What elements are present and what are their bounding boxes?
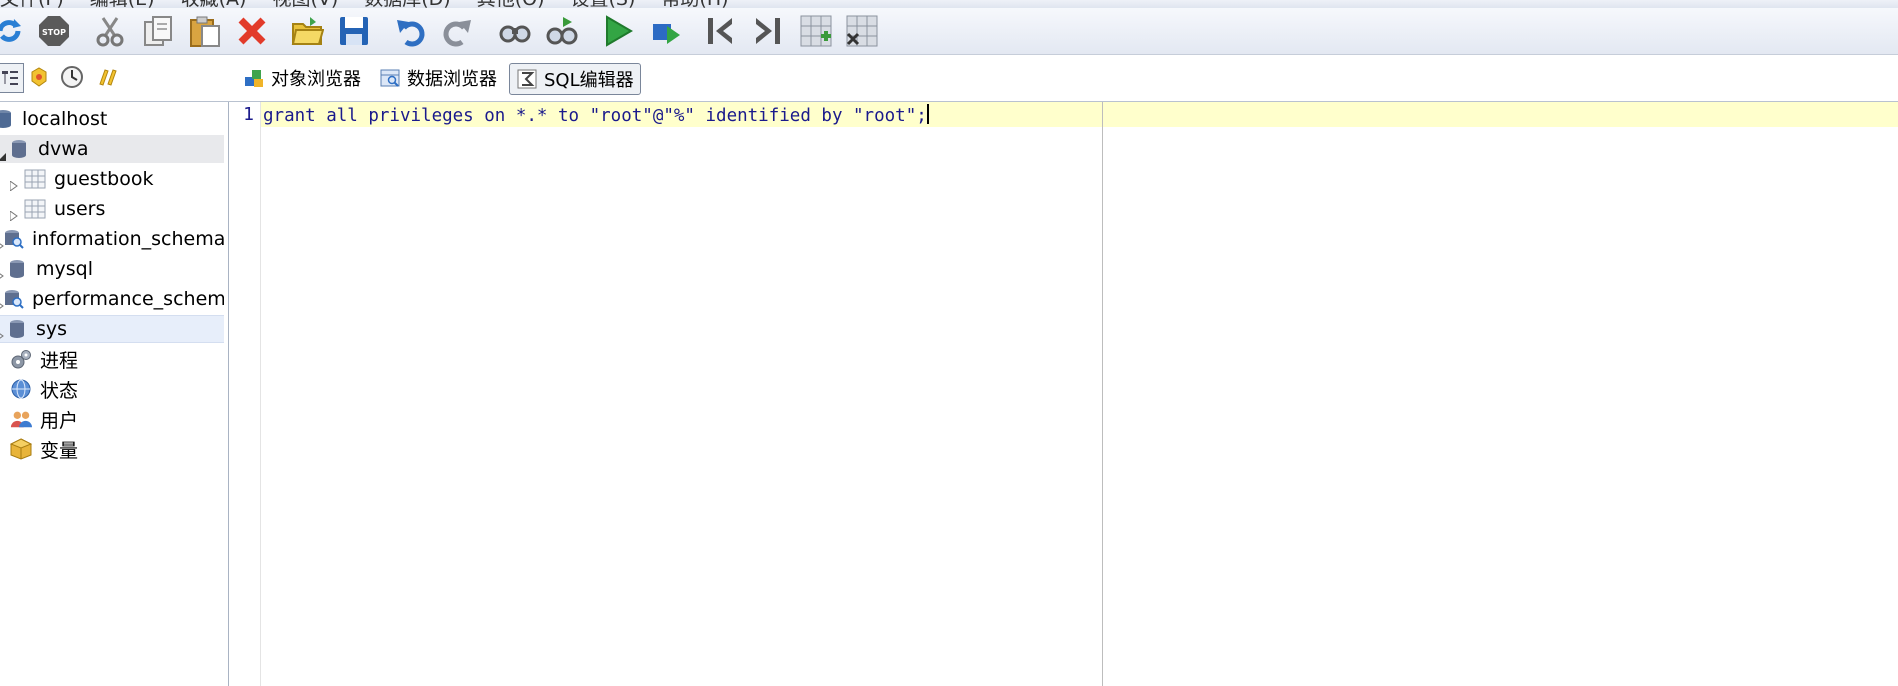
tree-node-dvwa[interactable]: dvwa	[0, 135, 224, 163]
menu-database[interactable]: 数据库(D)	[364, 0, 450, 8]
tree-node-guestbook[interactable]: guestbook	[0, 165, 224, 193]
tree-node-users-admin[interactable]: 用户	[0, 405, 224, 433]
users-icon	[10, 408, 32, 430]
menu-bar[interactable]: 文件(F) 编辑(E) 收藏(A) 视图(V) 数据库(D) 其他(O) 设置(…	[0, 0, 1898, 8]
tree-node-status[interactable]: 状态	[0, 375, 224, 403]
database-icon	[6, 258, 28, 280]
tree-label: guestbook	[54, 168, 154, 190]
tab-label: 数据浏览器	[407, 69, 497, 90]
main-toolbar: STOP	[0, 8, 1898, 55]
database-icon	[8, 138, 30, 160]
line-number: 1	[243, 104, 254, 125]
execute-icon[interactable]	[599, 12, 637, 50]
data-browser-icon	[380, 69, 400, 87]
menu-favorites[interactable]: 收藏(A)	[181, 0, 247, 8]
history-icon[interactable]	[59, 63, 85, 91]
svg-text:STOP: STOP	[42, 28, 66, 37]
cut-icon[interactable]	[91, 12, 129, 50]
sql-editor[interactable]: grant all privileges on *.* to "root"@"%…	[261, 102, 1898, 686]
stop-icon[interactable]: STOP	[35, 12, 73, 50]
gears-icon	[10, 348, 32, 370]
tree-label: mysql	[36, 258, 93, 280]
tree-node-performance-schema[interactable]: performance_schema	[0, 285, 224, 313]
object-browser-icon	[245, 70, 263, 87]
menu-other[interactable]: 其他(O)	[477, 0, 545, 8]
refresh-icon[interactable]	[0, 12, 28, 50]
view-toolbar: 对象浏览器 数据浏览器 SQL编辑器	[0, 55, 1898, 102]
tab-object-browser[interactable]: 对象浏览器	[237, 63, 367, 93]
object-tree: localhost dvwa guestbook users informati…	[0, 102, 229, 686]
tree-node-processes[interactable]: 进程	[0, 345, 224, 373]
database-icon	[6, 318, 28, 340]
tree-label: dvwa	[38, 138, 89, 160]
copy-icon[interactable]	[139, 12, 177, 50]
tree-label: 状态	[40, 379, 79, 402]
tree-node-localhost[interactable]: localhost	[0, 105, 224, 133]
line-number-gutter: 1	[230, 102, 261, 686]
collapsed-arrow-icon[interactable]	[9, 174, 20, 192]
tree-node-mysql[interactable]: mysql	[0, 255, 224, 283]
redo-icon[interactable]	[438, 12, 476, 50]
expanded-arrow-icon[interactable]	[0, 144, 8, 161]
delete-row-icon[interactable]	[843, 12, 881, 50]
table-icon	[24, 168, 46, 190]
tree-node-users[interactable]: users	[0, 195, 224, 223]
undo-icon[interactable]	[392, 12, 430, 50]
tree-label: 变量	[40, 439, 79, 462]
tree-node-information-schema[interactable]: information_schema	[0, 225, 224, 253]
open-folder-icon[interactable]	[288, 12, 326, 50]
box-icon	[10, 438, 32, 460]
schema-icon	[4, 228, 24, 250]
find-icon[interactable]	[496, 12, 534, 50]
server-icon	[0, 108, 14, 130]
menu-settings[interactable]: 设置(S)	[571, 0, 636, 8]
menu-file[interactable]: 文件(F)	[0, 0, 64, 8]
tree-label: sys	[36, 318, 68, 340]
schema-icon	[4, 288, 24, 310]
delete-icon[interactable]	[233, 12, 271, 50]
tree-label: information_schema	[32, 228, 224, 250]
code-line[interactable]: grant all privileges on *.* to "root"@"%…	[263, 104, 929, 126]
paste-icon[interactable]	[186, 12, 224, 50]
tab-label: 对象浏览器	[271, 69, 361, 90]
snippets-icon[interactable]	[94, 63, 120, 91]
right-margin-line	[1102, 102, 1103, 686]
save-icon[interactable]	[335, 12, 373, 50]
table-icon	[24, 198, 46, 220]
menu-view[interactable]: 视图(V)	[272, 0, 338, 8]
tree-label: users	[54, 198, 106, 220]
menu-edit[interactable]: 编辑(E)	[90, 0, 155, 8]
tree-label: 进程	[40, 349, 79, 372]
last-record-icon[interactable]	[749, 12, 787, 50]
find-next-icon[interactable]	[543, 12, 581, 50]
add-row-icon[interactable]	[797, 12, 835, 50]
globe-icon	[10, 378, 32, 400]
tab-sql-editor[interactable]: SQL编辑器	[509, 63, 641, 95]
tab-label: SQL编辑器	[544, 70, 634, 91]
tree-label: 用户	[40, 409, 79, 432]
menu-help[interactable]: 帮助(H)	[661, 0, 728, 8]
text-caret	[926, 104, 929, 124]
tree-label: performance_schema	[32, 288, 224, 310]
collapsed-arrow-icon[interactable]	[9, 204, 20, 222]
tab-data-browser[interactable]: 数据浏览器	[373, 63, 503, 93]
sql-editor-icon	[517, 69, 537, 89]
first-record-icon[interactable]	[701, 12, 739, 50]
tree-view-icon[interactable]	[0, 63, 24, 93]
tree-label: localhost	[22, 108, 108, 130]
tree-node-sys[interactable]: sys	[0, 315, 224, 343]
sql-code-text: grant all privileges on *.* to "root"@"%…	[263, 106, 927, 126]
execute-selection-icon[interactable]	[647, 12, 685, 50]
tree-node-variables[interactable]: 变量	[0, 435, 224, 463]
favorites-icon[interactable]	[26, 63, 52, 91]
